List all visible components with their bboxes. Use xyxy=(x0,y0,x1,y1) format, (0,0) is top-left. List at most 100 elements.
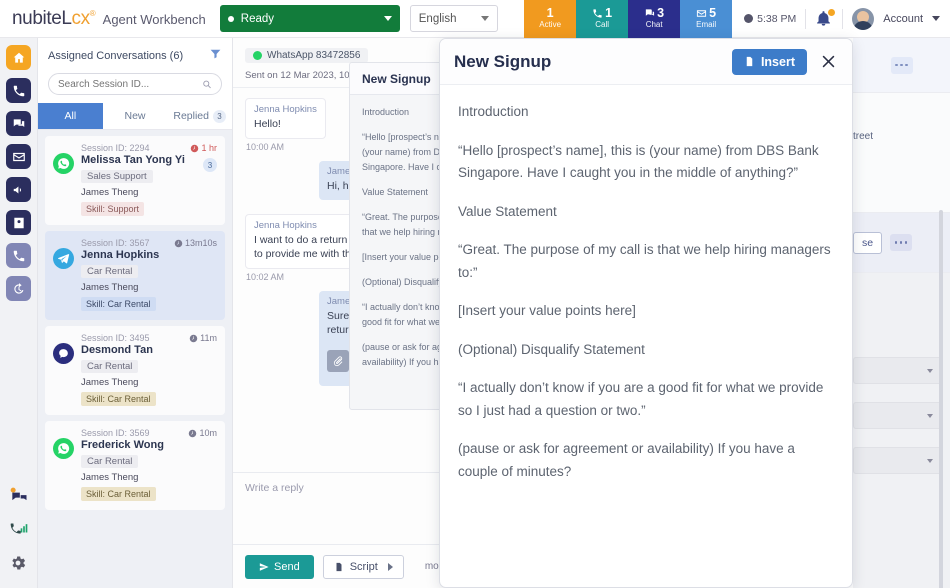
rail-item-broadcast[interactable] xyxy=(9,486,29,506)
field-select-2[interactable] xyxy=(853,357,942,384)
script-paragraph: (pause or ask for agreement or availabil… xyxy=(458,441,795,479)
stat-call[interactable]: 1 Call xyxy=(576,0,629,38)
conversation-subject: Car Rental xyxy=(81,455,139,468)
script-paragraph: [Insert your value points here] xyxy=(458,303,636,318)
rail-item-call-stats[interactable] xyxy=(9,520,29,540)
history-icon xyxy=(13,282,23,294)
rail-item-campaign[interactable] xyxy=(6,177,31,202)
account-menu-label[interactable]: Account xyxy=(883,13,923,25)
rail-item-contacts[interactable] xyxy=(6,210,31,235)
field-select-3[interactable] xyxy=(853,402,942,429)
rail-item-settings[interactable] xyxy=(9,554,29,574)
chevron-down-icon xyxy=(480,16,489,21)
conversation-customer-name: Jenna Hopkins xyxy=(81,249,160,261)
chevron-down-icon[interactable] xyxy=(932,16,940,21)
stat-chat[interactable]: 3 Chat xyxy=(628,0,681,38)
tab-new[interactable]: New xyxy=(103,103,168,129)
script-paragraph: “Great. The purpose of my call is that w… xyxy=(458,242,831,280)
stat-email[interactable]: 5 Email xyxy=(680,0,733,38)
rail-item-home[interactable] xyxy=(6,45,31,70)
close-case-button[interactable]: se xyxy=(853,231,883,254)
rail-item-call-log[interactable] xyxy=(6,243,31,268)
divider xyxy=(842,8,844,29)
conversation-item-3567[interactable]: Session ID: 3567 Jenna Hopkins Car Renta… xyxy=(45,231,225,320)
search-icon xyxy=(203,80,211,88)
clock-icon xyxy=(191,144,199,152)
whatsapp-icon xyxy=(53,153,74,174)
script-preview-title: New Signup xyxy=(362,71,431,86)
filter-button[interactable] xyxy=(209,47,222,65)
status-dot-icon xyxy=(227,15,234,22)
conversation-scroll-area[interactable]: Session ID: 2294 Melissa Tan Yong Yi Sal… xyxy=(38,130,232,588)
language-select[interactable]: English xyxy=(409,5,498,32)
script-button-label: Script xyxy=(349,560,378,573)
stat-call-count: 1 xyxy=(605,6,613,20)
whatsapp-icon xyxy=(253,51,262,60)
conversation-duration-value: 1 hr xyxy=(201,143,217,153)
panel-scrollbar[interactable] xyxy=(939,210,943,588)
tab-replied[interactable]: Replied 3 xyxy=(167,103,232,129)
conversation-duration-value: 11m xyxy=(200,333,217,343)
telegram-icon xyxy=(53,248,74,269)
stat-email-label: Email xyxy=(696,20,717,29)
send-button-label: Send xyxy=(274,560,300,573)
conversation-agent: James Theng xyxy=(81,187,139,198)
conversation-subject: Sales Support xyxy=(81,170,153,183)
conversation-body: Session ID: 3567 Jenna Hopkins Car Renta… xyxy=(81,238,217,312)
tab-all-label: All xyxy=(64,110,77,122)
conversation-duration: 11m xyxy=(189,333,217,343)
current-time: 5:38 PM xyxy=(744,13,796,25)
filter-icon xyxy=(210,49,221,59)
address-text-partial: treet xyxy=(853,131,874,142)
webchat-icon xyxy=(53,343,74,364)
tab-all[interactable]: All xyxy=(38,103,103,129)
script-button[interactable]: Script xyxy=(322,554,404,579)
close-icon[interactable] xyxy=(818,52,838,72)
chevron-right-icon xyxy=(387,562,393,571)
brand-logo-registered: ® xyxy=(89,8,96,18)
agent-status-select[interactable]: Ready xyxy=(219,5,400,32)
document-icon xyxy=(746,56,753,67)
stat-email-count: 5 xyxy=(709,6,717,20)
info-card-address: treet xyxy=(853,93,950,213)
rail-item-email[interactable] xyxy=(6,144,31,169)
send-button[interactable]: Send xyxy=(245,554,314,579)
language-value: English xyxy=(418,12,457,25)
stat-active[interactable]: 1 Active xyxy=(524,0,577,38)
header-right-group: 5:38 PM Account xyxy=(732,7,950,30)
message-bubble-incoming: Jenna Hopkins Hello! xyxy=(245,98,326,139)
conversation-meta: 11m xyxy=(189,333,217,343)
phone-icon xyxy=(13,85,24,96)
home-icon xyxy=(13,52,24,63)
script-paragraph: Introduction xyxy=(458,104,529,119)
script-modal: New Signup Insert Introduction “Hello [p… xyxy=(439,38,853,588)
stat-call-label: Call xyxy=(595,20,610,29)
card-menu-icon[interactable] xyxy=(890,56,913,74)
script-paragraph: Value Statement xyxy=(458,203,557,219)
rail-item-phone[interactable] xyxy=(6,78,31,103)
script-paragraph: “I actually don’t know if you are a good… xyxy=(458,380,824,418)
notifications-button[interactable] xyxy=(815,8,836,28)
clock-icon xyxy=(189,429,197,437)
insert-button[interactable]: Insert xyxy=(731,48,807,75)
conversation-agent: James Theng xyxy=(81,282,139,293)
agent-status-value: Ready xyxy=(240,12,275,25)
avatar[interactable] xyxy=(852,7,875,30)
search-input[interactable] xyxy=(58,78,202,90)
conversation-item-3495[interactable]: Session ID: 3495 Desmond Tan Car Rental … xyxy=(45,326,225,415)
conversation-unread-count: 3 xyxy=(203,158,217,172)
field-select-4[interactable] xyxy=(853,447,942,474)
rail-item-chat[interactable] xyxy=(6,111,31,136)
rail-item-history[interactable] xyxy=(6,276,31,301)
contacts-icon xyxy=(13,217,24,228)
conversation-item-2294[interactable]: Session ID: 2294 Melissa Tan Yong Yi Sal… xyxy=(45,136,225,225)
search-session-box[interactable] xyxy=(48,73,222,95)
conversation-subject: Car Rental xyxy=(81,360,139,373)
stat-active-count: 1 xyxy=(546,6,554,20)
modal-body[interactable]: Introduction “Hello [prospect’s name], t… xyxy=(440,85,852,587)
conversation-item-3569[interactable]: Session ID: 3569 Frederick Wong Car Rent… xyxy=(45,421,225,510)
phone-icon xyxy=(593,8,602,18)
insert-button-label: Insert xyxy=(760,54,795,69)
stat-call-row: 1 xyxy=(592,7,612,19)
card-menu-icon[interactable] xyxy=(890,234,913,251)
